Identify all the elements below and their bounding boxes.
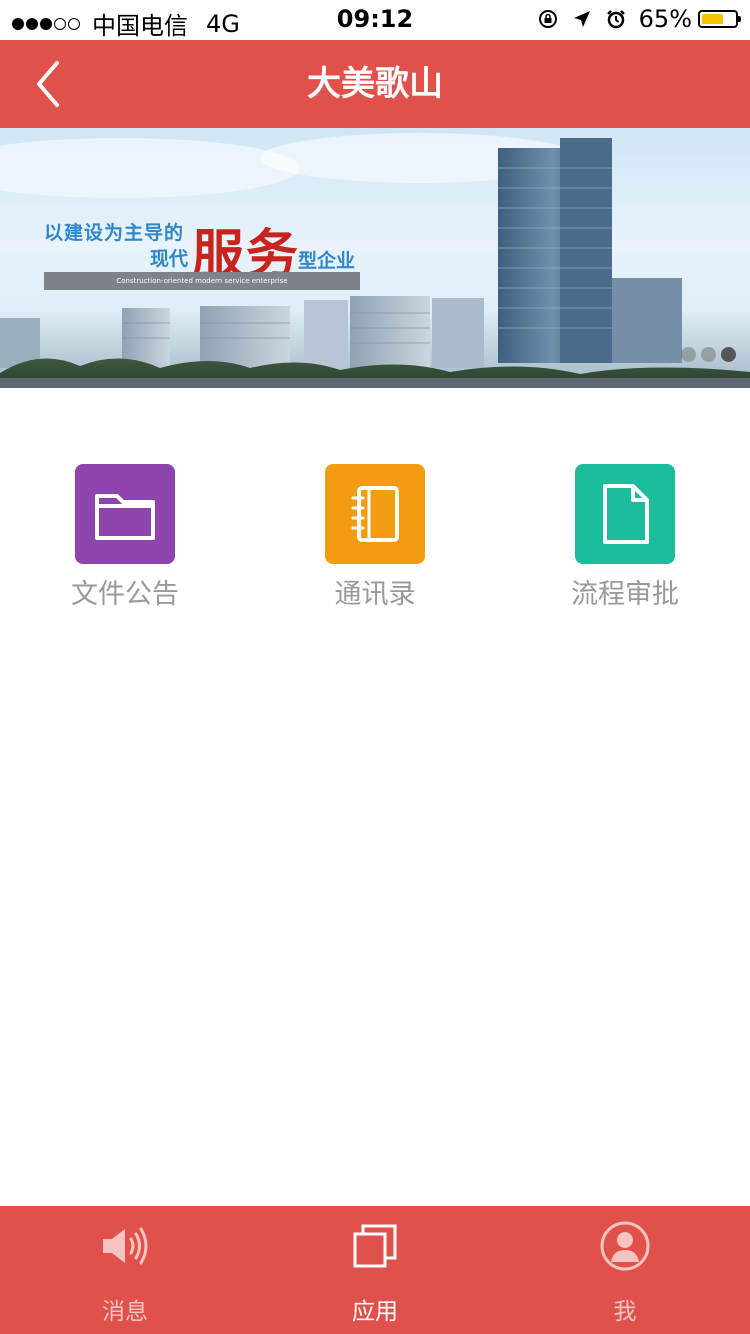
tab-label: 消息: [102, 1299, 148, 1325]
alarm-icon: [606, 10, 625, 29]
signal-strength-icon: [12, 17, 82, 30]
tab-messages[interactable]: 消息: [0, 1206, 250, 1334]
document-icon: [603, 484, 649, 544]
carousel-pager: [676, 347, 736, 362]
folder-icon: [95, 494, 155, 540]
app-label: 流程审批: [571, 579, 679, 610]
notebook-icon: [351, 486, 399, 542]
app-label: 文件公告: [71, 579, 179, 610]
app-workflow-approval[interactable]: 流程审批: [500, 464, 750, 614]
banner-headline: 以建设为主导的: [44, 222, 185, 244]
pager-dot[interactable]: [681, 347, 696, 362]
app-icon-tile: [75, 464, 175, 564]
battery-icon: [698, 10, 741, 28]
app-icon-tile: [575, 464, 675, 564]
status-bar: 中国电信 4G 09:12 65%: [0, 0, 750, 40]
tab-me[interactable]: 我: [500, 1206, 750, 1334]
banner-headline-tail: 型企业: [298, 250, 356, 272]
battery-percentage: 65%: [638, 5, 692, 33]
banner-headline-modern: 现代: [150, 248, 189, 270]
tab-label: 我: [613, 1299, 637, 1325]
tab-label: 应用: [352, 1299, 398, 1325]
pager-dot-active[interactable]: [721, 347, 736, 362]
app-contacts[interactable]: 通讯录: [250, 464, 500, 614]
banner-subtitle: Construction-oriented modern service ent…: [44, 272, 360, 290]
tab-bar: 消息 应用 我: [0, 1206, 750, 1334]
app-screen: 中国电信 4G 09:12 65% 大美歌山 以建设为主导的 现代 服务 型企业…: [0, 0, 750, 1334]
apps-icon: [353, 1224, 397, 1268]
app-label: 通讯录: [334, 579, 416, 610]
back-button[interactable]: [18, 54, 78, 114]
battery-level: [702, 14, 723, 24]
network-type: 4G: [206, 9, 240, 38]
page-title: 大美歌山: [307, 64, 443, 104]
tab-apps[interactable]: 应用: [250, 1206, 500, 1334]
banner-cityscape-image: [0, 133, 750, 388]
chevron-left-icon: [37, 61, 59, 107]
location-arrow-icon: [573, 11, 590, 27]
app-file-announcement[interactable]: 文件公告: [0, 464, 250, 614]
speaker-icon: [103, 1227, 148, 1265]
rotation-lock-icon: [538, 10, 557, 28]
pager-dot[interactable]: [701, 347, 716, 362]
user-icon: [600, 1221, 650, 1271]
carrier-name: 中国电信: [92, 12, 188, 40]
app-icon-tile: [325, 464, 425, 564]
navigation-bar: 大美歌山: [0, 40, 750, 128]
app-grid: 文件公告 通讯录 流程审批: [0, 464, 750, 614]
banner-carousel[interactable]: 以建设为主导的 现代 服务 型企业 Construction-oriented …: [0, 128, 750, 388]
